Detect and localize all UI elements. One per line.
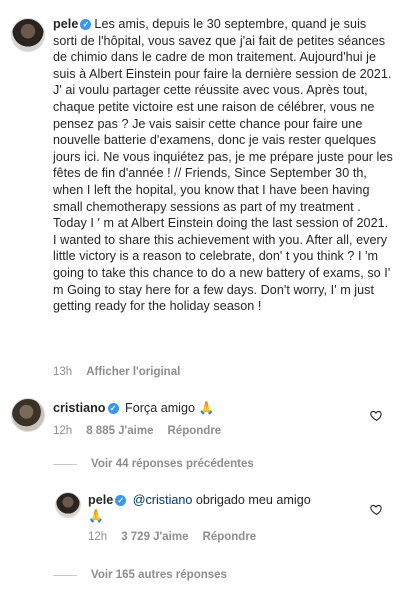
heart-outline-icon[interactable] (370, 503, 384, 517)
caption-meta: 13h Afficher l'original (53, 366, 180, 378)
comment-text: Força amigo (125, 401, 195, 415)
comment-cristiano: cristiano ✓ Força amigo 🙏 (53, 400, 214, 416)
show-original-link[interactable]: Afficher l'original (86, 366, 180, 378)
divider-line (53, 463, 77, 465)
verified-badge-icon: ✓ (115, 495, 127, 506)
pele-avatar[interactable] (11, 18, 45, 52)
comment-username[interactable]: cristiano (53, 401, 106, 415)
reply-text: obrigado meu amigo (195, 493, 311, 507)
view-previous-replies[interactable]: Voir 44 réponses précédentes (53, 458, 254, 470)
reply-pele: pele ✓ @cristiano obrigado meu amigo 🙏 (88, 492, 358, 524)
view-more-label[interactable]: Voir 165 autres réponses (91, 569, 227, 581)
verified-badge-icon: ✓ (107, 403, 119, 414)
cristiano-avatar[interactable] (11, 398, 45, 432)
comment-time[interactable]: 12h (53, 425, 72, 437)
comment-likes[interactable]: 8 885 J'aime (86, 425, 153, 437)
verified-badge-icon: ✓ (80, 19, 92, 30)
reply-username[interactable]: pele (88, 493, 113, 507)
reply-time[interactable]: 12h (88, 531, 107, 543)
caption-time[interactable]: 13h (53, 366, 72, 378)
pele-avatar-reply[interactable] (55, 492, 81, 518)
post-caption: pele ✓ Les amis, depuis le 30 septembre, q… (53, 16, 393, 315)
reply-likes[interactable]: 3 729 J'aime (121, 531, 188, 543)
reply-button[interactable]: Répondre (203, 531, 257, 543)
caption-text: Les amis, depuis le 30 septembre, quand … (53, 17, 393, 314)
comment-meta: 12h 8 885 J'aime Répondre (53, 425, 235, 437)
mention-link[interactable]: @cristiano (133, 493, 193, 507)
view-previous-label[interactable]: Voir 44 réponses précédentes (91, 458, 254, 470)
praying-hands-icon: 🙏 (88, 508, 104, 523)
view-more-replies[interactable]: Voir 165 autres réponses (53, 569, 227, 581)
divider-line (53, 574, 77, 576)
reply-button[interactable]: Répondre (168, 425, 222, 437)
praying-hands-icon: 🙏 (198, 400, 215, 415)
heart-outline-icon[interactable] (370, 409, 384, 423)
caption-username[interactable]: pele (53, 17, 78, 31)
reply-meta: 12h 3 729 J'aime Répondre (88, 531, 270, 543)
